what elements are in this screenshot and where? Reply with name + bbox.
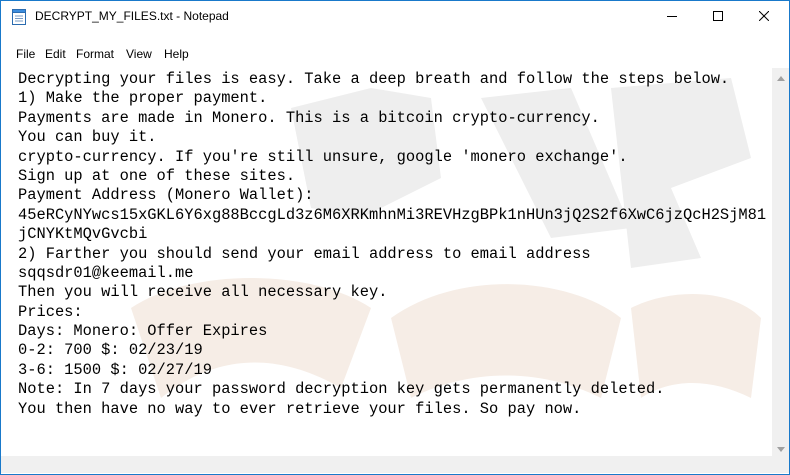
vertical-scrollbar[interactable] <box>772 68 789 456</box>
close-icon <box>758 8 770 26</box>
scroll-up-button[interactable] <box>772 68 789 85</box>
text-line: crypto-currency. If you're still unsure,… <box>18 147 628 166</box>
menu-file[interactable]: File <box>16 47 35 61</box>
text-line: Sign up at one of these sites. <box>18 166 296 185</box>
menu-help[interactable]: Help <box>164 47 189 61</box>
menu-bar: File Edit Format View Help <box>1 44 789 66</box>
text-line: 3-6: 1500 $: 02/27/19 <box>18 360 212 379</box>
text-line: jCNYKtMQvGvcbi <box>18 225 148 244</box>
minimize-icon <box>667 8 677 26</box>
chevron-up-icon <box>776 68 785 86</box>
text-line: Decrypting your files is easy. Take a de… <box>18 70 730 88</box>
scrollbar-corner <box>772 456 789 473</box>
minimize-button[interactable] <box>649 1 695 33</box>
text-line: You then have no way to ever retrieve yo… <box>18 399 582 418</box>
scroll-down-button[interactable] <box>772 439 789 456</box>
text-line: Prices: <box>18 302 83 321</box>
chevron-down-icon <box>776 439 785 457</box>
maximize-icon <box>713 8 723 26</box>
text-line: Payment Address (Monero Wallet): <box>18 186 314 205</box>
text-line: Days: Monero: Offer Expires <box>18 322 268 341</box>
title-bar[interactable]: DECRYPT_MY_FILES.txt - Notepad <box>1 1 789 33</box>
text-line: Note: In 7 days your password decryption… <box>18 380 665 399</box>
text-line: 1) Make the proper payment. <box>18 89 268 108</box>
window-title: DECRYPT_MY_FILES.txt - Notepad <box>35 9 229 23</box>
menu-edit[interactable]: Edit <box>45 47 66 61</box>
notepad-window: DECRYPT_MY_FILES.txt - Notepad File Edit… <box>0 0 790 475</box>
file-content: Decrypting your files is easy. Take a de… <box>18 70 772 419</box>
text-line: You can buy it. <box>18 128 157 147</box>
text-line: Then you will receive all necessary key. <box>18 283 388 302</box>
text-line: 45eRCyNYwcs15xGKL6Y6xg88BccgLd3z6M6XRKmh… <box>18 205 767 224</box>
notepad-icon <box>12 9 26 25</box>
text-line: Payments are made in Monero. This is a b… <box>18 108 600 127</box>
text-editor[interactable]: Decrypting your files is easy. Take a de… <box>11 68 772 456</box>
close-button[interactable] <box>741 1 787 33</box>
menu-format[interactable]: Format <box>76 47 114 61</box>
horizontal-scrollbar[interactable] <box>1 456 772 473</box>
text-line: 0-2: 700 $: 02/23/19 <box>18 341 203 360</box>
menu-view[interactable]: View <box>126 47 152 61</box>
text-line: sqqsdr01@keemail.me <box>18 263 194 282</box>
text-line: 2) Farther you should send your email ad… <box>18 244 591 263</box>
maximize-button[interactable] <box>695 1 741 33</box>
